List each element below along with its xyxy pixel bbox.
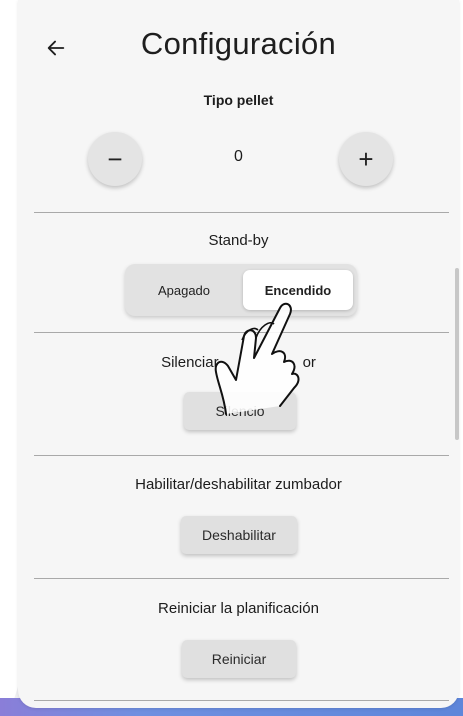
standby-toggle: Apagado Encendido: [125, 264, 357, 316]
settings-panel: Configuración Tipo pellet − 0 + Stand-by…: [18, 0, 459, 708]
silence-label: Silenciar or: [18, 354, 459, 371]
standby-option-off[interactable]: Apagado: [129, 270, 239, 310]
disable-buzzer-button[interactable]: Deshabilitar: [181, 516, 297, 554]
page-title: Configuración: [140, 26, 337, 61]
app-header: Configuración: [18, 22, 459, 72]
silence-button[interactable]: Silencio: [184, 392, 296, 430]
divider: [34, 212, 449, 213]
screen: Configuración Tipo pellet − 0 + Stand-by…: [0, 0, 463, 716]
divider: [34, 700, 449, 701]
plus-icon: +: [358, 144, 374, 174]
reset-label: Reiniciar la planificación: [158, 600, 319, 617]
silence-label-left: Silenciar: [161, 354, 219, 371]
buzzer-label: Habilitar/deshabilitar zumbador: [135, 476, 342, 493]
divider: [34, 578, 449, 579]
increment-button[interactable]: +: [339, 132, 393, 186]
divider: [34, 332, 449, 333]
standby-label: Stand-by: [208, 232, 269, 249]
divider: [34, 455, 449, 456]
scrollbar[interactable]: [455, 268, 459, 440]
pellet-label: Tipo pellet: [203, 92, 274, 108]
standby-option-on[interactable]: Encendido: [243, 270, 353, 310]
silence-label-right: or: [302, 354, 316, 371]
reset-button[interactable]: Reiniciar: [182, 640, 296, 678]
